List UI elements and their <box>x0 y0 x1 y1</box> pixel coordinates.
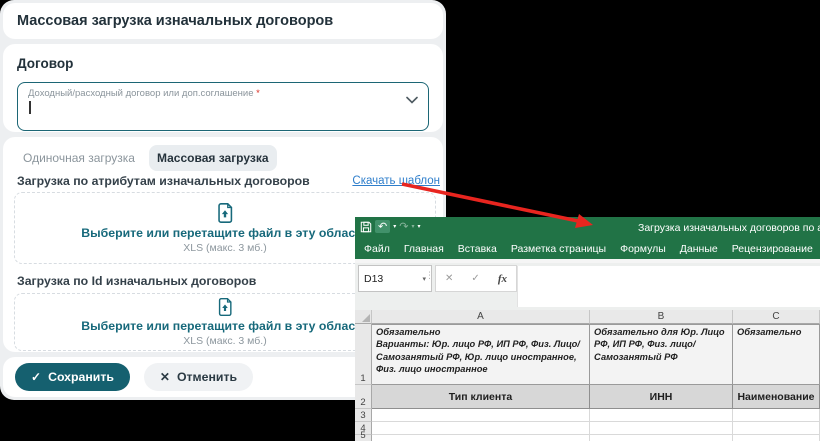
cell-c4[interactable] <box>733 422 820 435</box>
ribbon-tab-page-layout[interactable]: Разметка страницы <box>504 243 613 255</box>
cell-c5[interactable] <box>733 435 820 441</box>
cell-b2[interactable]: ИНН <box>590 385 733 409</box>
sheet-row-1: 1 Обязательно Варианты: Юр. лицо РФ, ИП … <box>355 324 820 385</box>
chevron-down-icon <box>406 96 418 104</box>
cell-a3[interactable] <box>372 409 590 422</box>
sheet-row-4: 4 <box>355 422 820 435</box>
tab-mass-upload[interactable]: Массовая загрузка <box>149 145 277 171</box>
contract-select[interactable]: Доходный/расходный договор или доп.согла… <box>17 82 429 131</box>
save-icon[interactable] <box>360 221 372 233</box>
spreadsheet: A B C 1 Обязательно Варианты: Юр. лицо Р… <box>355 310 820 441</box>
formula-buttons: ✕ ✓ fx <box>435 265 517 292</box>
ribbon-tab-file[interactable]: Файл <box>357 243 397 255</box>
cell-a2[interactable]: Тип клиента <box>372 385 590 409</box>
cell-c2[interactable]: Наименование <box>733 385 820 409</box>
quick-access-toolbar: ↶ ▾ ↷ ▾ ▾ <box>360 220 420 233</box>
ribbon-tab-formulas[interactable]: Формулы <box>613 243 673 255</box>
excel-window: ↶ ▾ ↷ ▾ ▾ Загрузка изначальных договоров… <box>355 217 820 441</box>
contract-heading: Договор <box>17 56 73 71</box>
save-button[interactable]: ✓ Сохранить <box>15 363 130 391</box>
upload-zone-text: Выберите или перетащите файл в эту облас… <box>81 319 369 333</box>
undo-dropdown-icon[interactable]: ▾ <box>393 223 396 230</box>
ribbon-tab-review[interactable]: Рецензирование <box>725 243 820 255</box>
cell-b5[interactable] <box>590 435 733 441</box>
redo-icon[interactable]: ↷ <box>399 221 408 232</box>
page-title: Массовая загрузка изначальных договоров <box>17 13 333 29</box>
row-header-1[interactable]: 1 <box>355 324 372 385</box>
cell-b4[interactable] <box>590 422 733 435</box>
ribbon-tab-home[interactable]: Главная <box>397 243 451 255</box>
cancel-button[interactable]: ✕ Отменить <box>144 363 253 391</box>
check-icon: ✓ <box>31 371 41 383</box>
sheet-row-3: 3 <box>355 409 820 422</box>
cell-b1[interactable]: Обязательно для Юр. Лицо РФ, ИП РФ, Физ.… <box>590 324 733 385</box>
select-all-triangle-icon <box>362 314 370 322</box>
insert-function-icon[interactable]: fx <box>498 273 507 285</box>
cell-b3[interactable] <box>590 409 733 422</box>
formula-cancel-icon[interactable]: ✕ <box>445 273 453 284</box>
title-card: Массовая загрузка изначальных договоров <box>3 3 443 39</box>
upload-zone-text: Выберите или перетащите файл в эту облас… <box>81 226 369 240</box>
ribbon-tab-insert[interactable]: Вставка <box>451 243 504 255</box>
column-header-b[interactable]: B <box>590 310 733 324</box>
upload-file-icon <box>214 202 236 224</box>
customize-qat-icon[interactable]: ▾ <box>417 223 420 230</box>
close-icon: ✕ <box>160 371 170 383</box>
cell-a1[interactable]: Обязательно Варианты: Юр. лицо РФ, ИП РФ… <box>372 324 590 385</box>
contract-card: Договор Доходный/расходный договор или д… <box>3 44 443 132</box>
formula-bar-separator: ⋮ <box>425 270 434 281</box>
name-box[interactable]: D13 ▾ <box>358 265 432 292</box>
row-header-5[interactable]: 5 <box>355 435 372 441</box>
sheet-row-2: 2 Тип клиента ИНН Наименование <box>355 385 820 409</box>
formula-enter-icon[interactable]: ✓ <box>471 273 479 284</box>
name-box-value: D13 <box>364 273 383 285</box>
excel-titlebar: ↶ ▾ ↷ ▾ ▾ Загрузка изначальных договоров… <box>355 217 820 239</box>
undo-icon[interactable]: ↶ <box>375 220 390 233</box>
formula-input[interactable] <box>517 266 820 307</box>
text-cursor <box>29 101 31 114</box>
ribbon-tab-data[interactable]: Данные <box>673 243 725 255</box>
id-section-heading: Загрузка по Id изначальных договоров <box>17 274 256 288</box>
cell-a4[interactable] <box>372 422 590 435</box>
contract-select-label: Доходный/расходный договор или доп.согла… <box>28 88 398 99</box>
cell-a5[interactable] <box>372 435 590 441</box>
sheet-row-5: 5 <box>355 435 820 441</box>
column-header-c[interactable]: C <box>733 310 820 324</box>
ribbon-tab-bar: Файл Главная Вставка Разметка страницы Ф… <box>355 239 820 259</box>
column-header-a[interactable]: A <box>372 310 590 324</box>
upload-zone-hint: XLS (макс. 3 мб.) <box>183 242 266 254</box>
column-header-row: A B C <box>355 310 820 324</box>
upload-file-icon <box>215 297 235 317</box>
upload-mode-tabs: Одиночная загрузка Массовая загрузка <box>15 145 277 171</box>
redo-dropdown-icon[interactable]: ▾ <box>411 223 414 230</box>
attributes-section-header: Загрузка по атрибутам изначальных догово… <box>17 174 440 188</box>
cell-c3[interactable] <box>733 409 820 422</box>
excel-window-title: Загрузка изначальных договоров по атр <box>638 222 820 234</box>
select-all-button[interactable] <box>355 310 372 324</box>
attributes-section-heading: Загрузка по атрибутам изначальных догово… <box>17 174 310 188</box>
formula-bar-row: D13 ▾ ⋮ ✕ ✓ fx <box>355 263 820 310</box>
download-template-link[interactable]: Скачать шаблон <box>352 175 440 187</box>
cell-c1[interactable]: Обязательно <box>733 324 820 385</box>
tab-single-upload[interactable]: Одиночная загрузка <box>15 145 143 171</box>
row-header-3[interactable]: 3 <box>355 409 372 422</box>
row-header-2[interactable]: 2 <box>355 385 372 409</box>
upload-zone-hint: XLS (макс. 3 мб.) <box>183 335 266 347</box>
required-asterisk: * <box>256 88 260 99</box>
